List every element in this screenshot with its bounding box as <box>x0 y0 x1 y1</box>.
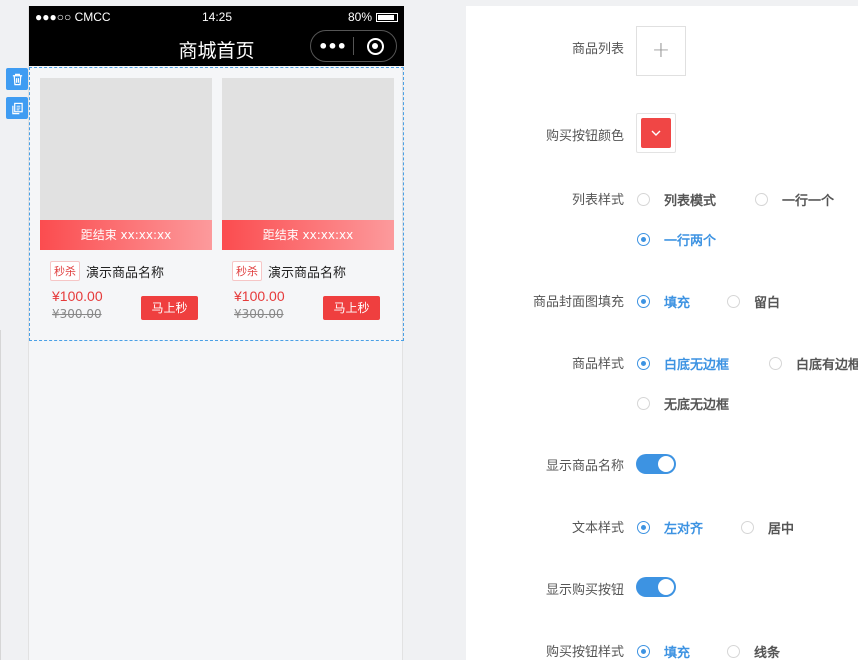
buy-color-label: 购买按钮颜色 <box>545 129 624 144</box>
product-image <box>40 78 212 220</box>
seckill-tag: 秒杀 <box>50 261 80 281</box>
cover-fill-blank[interactable]: 留白 <box>727 292 780 311</box>
seckill-tag: 秒杀 <box>232 261 262 281</box>
product-style-white-border[interactable]: 白底有边框 <box>769 354 858 373</box>
list-style-two-per-row[interactable]: 一行两个 <box>637 230 716 249</box>
product-style-no-bg[interactable]: 无底无边框 <box>637 394 729 413</box>
nav-bar: 商城首页 ••• <box>29 28 404 66</box>
copy-icon <box>11 102 23 114</box>
buy-color-picker[interactable] <box>636 113 676 153</box>
buy-style-label: 购买按钮样式 <box>545 645 624 660</box>
buy-now-button[interactable]: 马上秒 <box>141 296 198 320</box>
add-product-button[interactable]: + <box>636 26 686 76</box>
text-style-label: 文本样式 <box>571 521 624 536</box>
product-price: ¥100.00 <box>52 288 103 304</box>
text-style-left[interactable]: 左对齐 <box>637 518 703 537</box>
list-style-list-mode[interactable]: 列表模式 <box>637 190 716 209</box>
trash-icon <box>12 73 22 85</box>
cover-fill-label: 商品封面图填充 <box>532 295 624 310</box>
buy-style-outline[interactable]: 线条 <box>727 642 780 660</box>
product-name: 演示商品名称 <box>268 265 347 281</box>
show-name-label: 显示商品名称 <box>545 459 624 474</box>
text-style-center[interactable]: 居中 <box>741 518 794 537</box>
more-icon[interactable]: ••• <box>311 37 353 56</box>
show-buy-label: 显示购买按钮 <box>545 583 624 598</box>
seckill-product-component[interactable]: 距结束 xx:xx:xx 秒杀 演示商品名称 ¥100.00 ¥300.00 马… <box>29 67 404 341</box>
chevron-down-icon <box>651 130 661 136</box>
product-image <box>222 78 394 220</box>
buy-style-fill[interactable]: 填充 <box>637 642 690 660</box>
list-style-label: 列表样式 <box>571 193 624 208</box>
battery-icon <box>376 12 398 22</box>
product-style-label: 商品样式 <box>571 357 624 372</box>
status-time: 14:25 <box>202 10 233 24</box>
buy-now-button[interactable]: 马上秒 <box>323 296 380 320</box>
battery-indicator: 80% <box>348 10 398 24</box>
show-buy-toggle[interactable] <box>636 577 676 597</box>
cover-fill-fill[interactable]: 填充 <box>637 292 690 311</box>
list-style-one-per-row[interactable]: 一行一个 <box>755 190 834 209</box>
product-price: ¥100.00 <box>234 288 285 304</box>
mini-program-capsule[interactable]: ••• <box>310 30 397 62</box>
product-style-white-no-border[interactable]: 白底无边框 <box>637 354 729 373</box>
product-name: 演示商品名称 <box>86 265 165 281</box>
status-bar: ●●●○○ CMCC 14:25 80% <box>29 6 404 28</box>
carrier-label: ●●●○○ CMCC <box>35 10 111 24</box>
product-card[interactable]: 距结束 xx:xx:xx 秒杀 演示商品名称 ¥100.00 ¥300.00 马… <box>222 78 394 321</box>
copy-component-button[interactable] <box>6 97 28 119</box>
countdown-bar: 距结束 xx:xx:xx <box>40 220 212 250</box>
close-miniprogram-button[interactable] <box>354 37 396 55</box>
product-card[interactable]: 距结束 xx:xx:xx 秒杀 演示商品名称 ¥100.00 ¥300.00 马… <box>40 78 212 321</box>
phone-preview: ●●●○○ CMCC 14:25 80% 商城首页 ••• 距结束 xx:xx:… <box>28 6 404 660</box>
show-name-toggle[interactable] <box>636 454 676 474</box>
settings-panel: 商品列表 + 购买按钮颜色 列表样式 列表模式 一行一个 一行两个 商品封面图填… <box>466 6 858 660</box>
original-price: ¥300.00 <box>234 307 284 321</box>
countdown-bar: 距结束 xx:xx:xx <box>222 220 394 250</box>
target-icon <box>366 37 384 55</box>
battery-percent: 80% <box>347 10 372 24</box>
delete-component-button[interactable] <box>6 68 28 90</box>
original-price: ¥300.00 <box>52 307 102 321</box>
product-list-label: 商品列表 <box>571 42 624 57</box>
